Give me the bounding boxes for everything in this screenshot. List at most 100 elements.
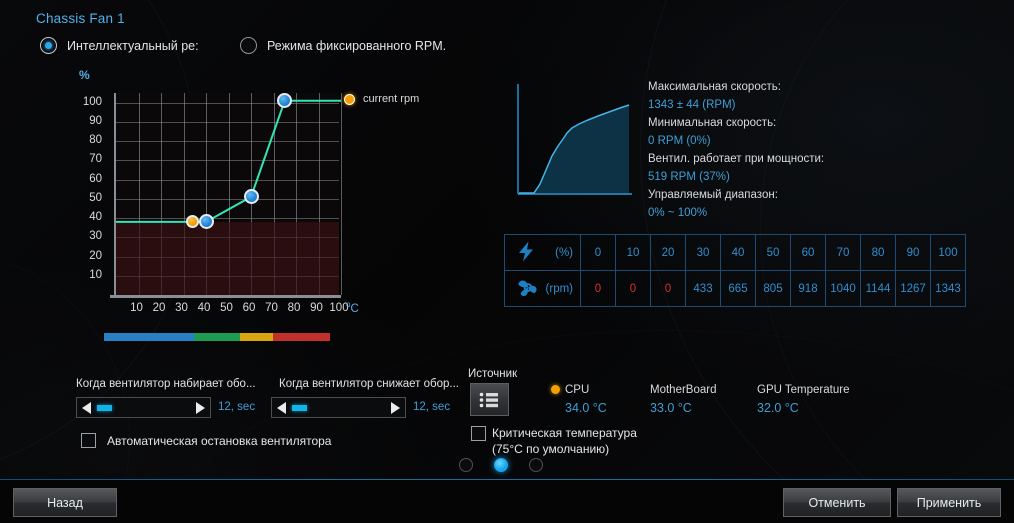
spin-down-decrease-icon[interactable] xyxy=(277,401,286,414)
chart-x-axis xyxy=(110,295,341,298)
radio-smart-mode-circle[interactable] xyxy=(40,37,57,54)
info-value: 0 RPM (0%) xyxy=(648,135,711,147)
fan-icon xyxy=(516,275,540,302)
legend-current-rpm-icon xyxy=(344,93,355,105)
chart-x-tick: 60 xyxy=(242,302,256,314)
table-row: (rpm) 0 0 0 433 665 805 918 1040 1144 1267 1343 xyxy=(504,270,966,307)
source-select-button[interactable] xyxy=(470,383,509,416)
chart-y-tick: 60 xyxy=(89,172,102,185)
table-cell[interactable]: 0 xyxy=(580,270,616,307)
chart-x-tick: 20 xyxy=(152,302,166,314)
info-key: Минимальная скорость: xyxy=(648,117,777,129)
table-cell[interactable]: 1267 xyxy=(895,270,931,307)
critical-temp-label-line2: (75°C по умолчанию) xyxy=(492,442,610,456)
table-cell[interactable]: 90 xyxy=(895,234,931,271)
table-cell[interactable]: 30 xyxy=(685,234,721,271)
chart-plot-area[interactable] xyxy=(114,93,342,295)
table-row-header: (%) xyxy=(504,234,581,271)
chart-y-tick: 30 xyxy=(89,230,102,243)
table-cell[interactable]: 1144 xyxy=(860,270,896,307)
temperature-value: 32.0 °C xyxy=(757,401,799,415)
back-button[interactable]: Назад xyxy=(13,488,117,517)
chart-x-axis-unit: oC xyxy=(346,300,359,315)
fan-response-mini-graph xyxy=(517,84,632,195)
table-cell[interactable]: 1343 xyxy=(930,270,966,307)
temperature-value: 33.0 °C xyxy=(650,401,692,415)
spin-down-stepper[interactable] xyxy=(271,397,406,418)
table-cell[interactable]: 433 xyxy=(685,270,721,307)
temperature-source-name[interactable]: GPU Temperature xyxy=(757,384,849,396)
page-indicator[interactable] xyxy=(459,458,543,472)
spin-down-value: 12, sec xyxy=(413,401,451,413)
fan-speed-table: (%) 0 10 20 30 40 50 60 70 80 90 100 (rpm) 0 0 0 433 665 8… xyxy=(504,234,966,307)
table-cell[interactable]: 805 xyxy=(755,270,791,307)
chart-control-point-0[interactable] xyxy=(198,214,214,230)
radio-fixed-rpm-label: Режима фиксированного RPM. xyxy=(267,38,447,53)
table-cell[interactable]: 20 xyxy=(650,234,686,271)
chart-x-tick: 50 xyxy=(220,302,233,314)
chart-y-tick: 40 xyxy=(89,211,102,224)
table-cell[interactable]: 100 xyxy=(930,234,966,271)
table-cell[interactable]: 70 xyxy=(825,234,861,271)
info-value: 0% ~ 100% xyxy=(648,207,708,219)
critical-temp-label-line1: Критическая температура xyxy=(492,426,637,440)
table-cell[interactable]: 60 xyxy=(790,234,826,271)
auto-stop-label: Автоматическая остановка вентилятора xyxy=(107,434,332,448)
table-cell[interactable]: 665 xyxy=(720,270,756,307)
radio-smart-mode-label: Интеллектуальный ре: xyxy=(67,38,199,53)
bolt-icon xyxy=(516,240,536,265)
temperature-source-name[interactable]: MotherBoard xyxy=(650,384,716,396)
radio-smart-mode[interactable]: Интеллектуальный ре: xyxy=(40,37,199,54)
temperature-source-name[interactable]: CPU xyxy=(565,384,589,396)
spin-up-value-bar[interactable] xyxy=(97,404,112,411)
radio-fixed-rpm-mode[interactable]: Режима фиксированного RPM. xyxy=(240,37,446,54)
cancel-button[interactable]: Отменить xyxy=(783,488,891,517)
page-dot-1[interactable] xyxy=(494,458,508,472)
chart-legend: current rpm xyxy=(344,93,419,105)
table-cell[interactable]: 40 xyxy=(720,234,756,271)
chart-plot-frame[interactable] xyxy=(110,86,342,301)
table-row: (%) 0 10 20 30 40 50 60 70 80 90 100 xyxy=(504,234,966,271)
spin-down-increase-icon[interactable] xyxy=(391,401,400,414)
table-cell[interactable]: 0 xyxy=(615,270,651,307)
info-value: 519 RPM (37%) xyxy=(648,171,730,183)
spin-down-value-bar[interactable] xyxy=(292,404,307,411)
info-value: 1343 ± 44 (RPM) xyxy=(648,99,736,111)
fan-tuning-page: Chassis Fan 1 Интеллектуальный ре: Режим… xyxy=(0,0,1014,523)
auto-stop-checkbox[interactable] xyxy=(81,433,96,448)
table-cell[interactable]: 918 xyxy=(790,270,826,307)
chart-y-tick: 90 xyxy=(89,114,102,127)
page-title: Chassis Fan 1 xyxy=(36,11,125,26)
table-row-header: (rpm) xyxy=(504,270,581,307)
chart-control-point-1[interactable] xyxy=(243,189,259,205)
chart-x-tick: 30 xyxy=(175,302,188,314)
page-dot-2[interactable] xyxy=(529,458,543,472)
apply-button[interactable]: Применить xyxy=(897,488,1001,517)
spin-up-stepper[interactable] xyxy=(76,397,211,418)
chart-x-tick: 90 xyxy=(310,302,323,314)
table-cell[interactable]: 0 xyxy=(580,234,616,271)
list-icon xyxy=(479,392,498,407)
radio-fixed-rpm-circle[interactable] xyxy=(240,37,257,54)
chart-x-tick: 40 xyxy=(197,302,211,314)
page-dot-0[interactable] xyxy=(459,458,473,472)
colorbar-segment xyxy=(239,333,274,341)
chart-x-tick: 80 xyxy=(287,302,301,314)
table-cell[interactable]: 0 xyxy=(650,270,686,307)
spin-up-increase-icon[interactable] xyxy=(196,401,205,414)
table-cell[interactable]: 50 xyxy=(755,234,791,271)
table-cell[interactable]: 1040 xyxy=(825,270,861,307)
chart-curve xyxy=(116,99,341,223)
table-cell[interactable]: 80 xyxy=(860,234,896,271)
legend-current-rpm-label: current rpm xyxy=(363,93,420,105)
table-row-unit: (rpm) xyxy=(545,282,573,295)
critical-temp-checkbox[interactable] xyxy=(471,426,486,441)
colorbar-segment xyxy=(273,333,330,341)
chart-y-tick: 70 xyxy=(89,153,102,166)
table-cell[interactable]: 10 xyxy=(615,234,651,271)
colorbar-segment xyxy=(194,333,240,341)
table-row-unit: (%) xyxy=(555,246,573,259)
spin-up-decrease-icon[interactable] xyxy=(82,401,91,414)
info-key: Максимальная скорость: xyxy=(648,81,781,93)
source-label: Источник xyxy=(468,368,518,380)
